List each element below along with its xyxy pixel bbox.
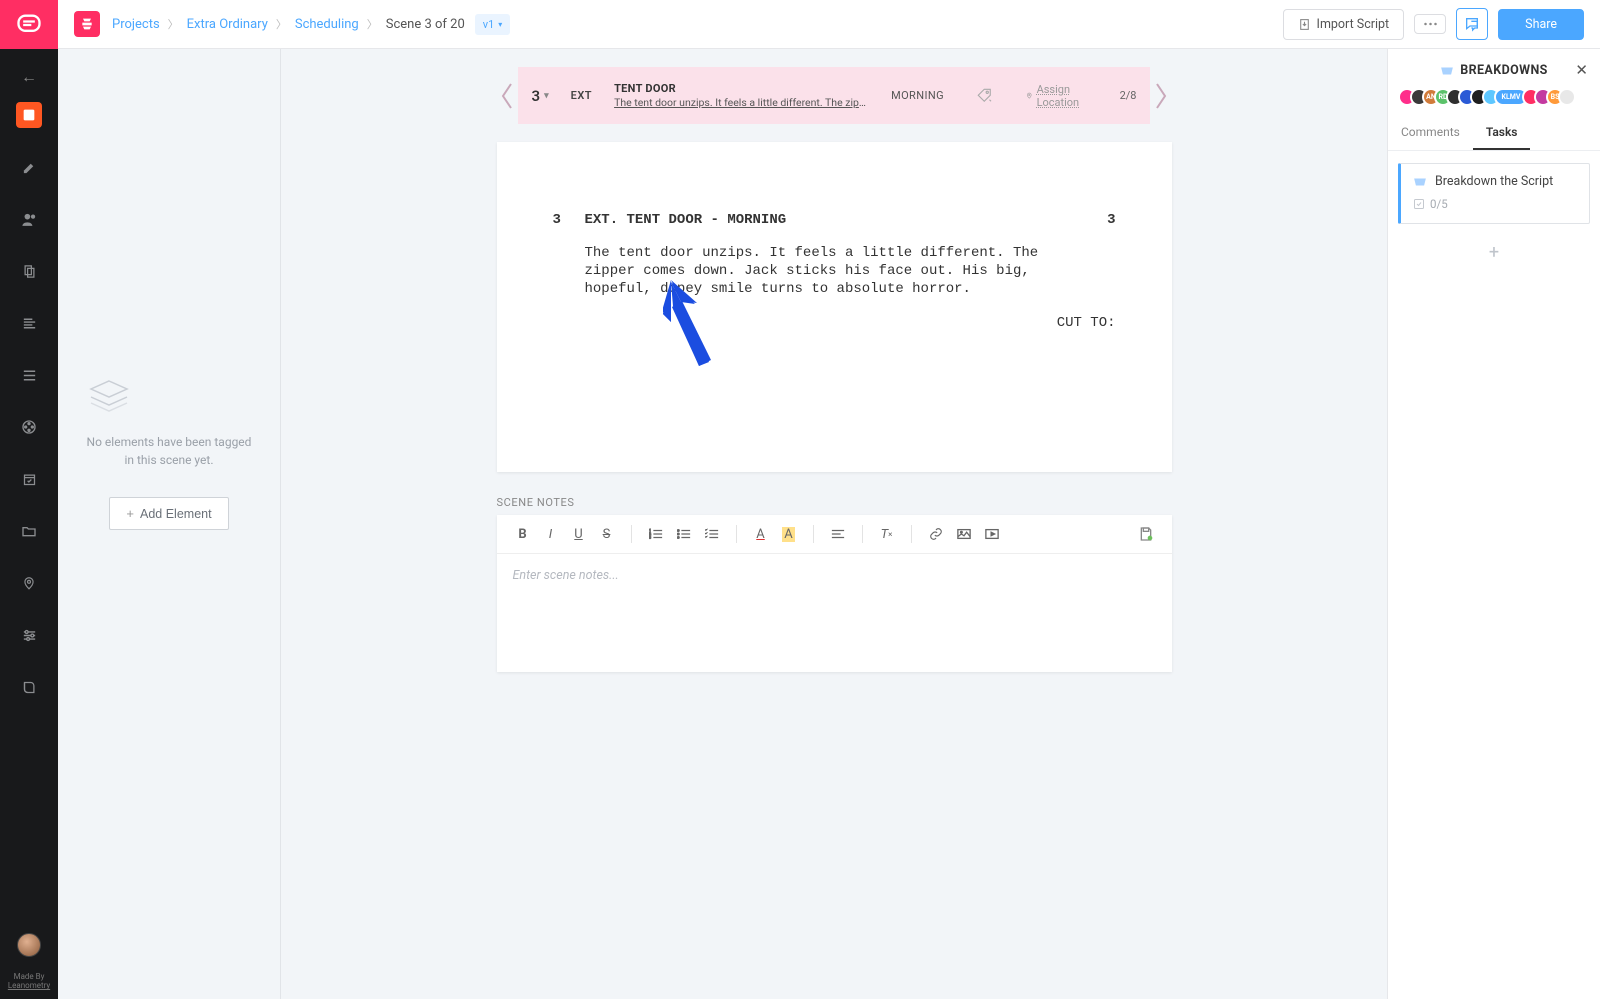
- scene-time: MORNING: [891, 89, 944, 102]
- close-icon[interactable]: ✕: [1575, 61, 1588, 79]
- pages-nav-icon[interactable]: [16, 258, 42, 284]
- textcolor-icon[interactable]: A: [749, 523, 773, 545]
- elements-empty-state: No elements have been tagged in this sce…: [87, 379, 252, 530]
- layers-icon: [87, 379, 252, 413]
- svg-text:3: 3: [649, 535, 651, 539]
- breakdown-tabs: Comments Tasks: [1388, 116, 1600, 151]
- add-element-button[interactable]: +Add Element: [109, 497, 228, 530]
- cast-nav-icon[interactable]: [16, 206, 42, 232]
- scene-header-strip: 3▾ EXT TENT DOOR The tent door unzips. I…: [497, 67, 1172, 124]
- save-notes-icon[interactable]: [1134, 523, 1158, 545]
- scene-ext-badge: EXT: [571, 89, 592, 102]
- share-button[interactable]: Share: [1498, 9, 1584, 40]
- breakdown-nav-icon[interactable]: [16, 102, 42, 128]
- rail-credit: Made By Leanometry: [0, 972, 58, 991]
- tab-comments[interactable]: Comments: [1388, 116, 1473, 150]
- rail-nav: [16, 102, 42, 700]
- tab-tasks[interactable]: Tasks: [1473, 116, 1531, 150]
- empty-text-line: No elements have been tagged: [87, 433, 252, 451]
- chevron-right-icon: 〉: [276, 16, 287, 32]
- strike-icon[interactable]: S: [595, 523, 619, 545]
- notes-toolbar: B I U S 123 A A T×: [497, 515, 1172, 554]
- topbar: Projects 〉 Extra Ordinary 〉 Scheduling 〉…: [58, 0, 1600, 49]
- collapse-arrow-icon[interactable]: ←: [21, 67, 37, 87]
- breakdown-avatars[interactable]: ANRDKLMVBS: [1388, 86, 1600, 116]
- underline-icon[interactable]: U: [567, 523, 591, 545]
- tag-icon[interactable]: [976, 87, 994, 105]
- more-button[interactable]: [1414, 14, 1446, 34]
- image-icon[interactable]: [952, 523, 976, 545]
- script-scene-number-left: 3: [553, 212, 585, 228]
- stage: 3▾ EXT TENT DOOR The tent door unzips. I…: [281, 49, 1387, 999]
- breadcrumb-projects[interactable]: Projects: [112, 17, 160, 32]
- add-task-button[interactable]: +: [1388, 236, 1600, 269]
- highlight-icon[interactable]: A: [777, 523, 801, 545]
- task-card[interactable]: Breakdown the Script 0/5: [1398, 163, 1590, 224]
- chevron-right-icon: 〉: [168, 16, 179, 32]
- scene-page-indicator: 2/8: [1120, 89, 1137, 102]
- scene-notes-card: B I U S 123 A A T×: [497, 515, 1172, 672]
- breadcrumb-current: Scene 3 of 20: [386, 17, 465, 32]
- scene-title[interactable]: TENT DOOR The tent door unzips. It feels…: [614, 82, 869, 109]
- align-icon[interactable]: [826, 523, 850, 545]
- task-progress: 0/5: [1430, 197, 1448, 211]
- script-slugline: EXT. TENT DOOR - MORNING: [585, 212, 787, 228]
- brand-rail: ← Made By Leanometry: [0, 0, 58, 999]
- bold-icon[interactable]: B: [511, 523, 535, 545]
- breadcrumb-project[interactable]: Extra Ordinary: [187, 17, 268, 32]
- edit-nav-icon[interactable]: [16, 154, 42, 180]
- reel-nav-icon[interactable]: [16, 414, 42, 440]
- script-page: 3 EXT. TENT DOOR - MORNING 3 The tent do…: [497, 142, 1172, 472]
- module-icon[interactable]: [74, 11, 100, 37]
- scene-number-dropdown[interactable]: 3▾: [532, 87, 549, 105]
- link-icon[interactable]: [924, 523, 948, 545]
- clear-format-icon[interactable]: T×: [875, 523, 899, 545]
- scene-notes-label: SCENE NOTES: [497, 496, 1172, 509]
- prev-scene-arrow[interactable]: [497, 82, 518, 110]
- version-selector[interactable]: v1▾: [475, 14, 511, 35]
- page-icon: [1413, 176, 1427, 188]
- user-avatar[interactable]: [17, 933, 41, 957]
- italic-icon[interactable]: I: [539, 523, 563, 545]
- checklist-icon[interactable]: [700, 523, 724, 545]
- list-nav-icon[interactable]: [16, 362, 42, 388]
- ol-icon[interactable]: 123: [644, 523, 668, 545]
- checkbox-icon: [1413, 198, 1425, 210]
- annotation-cursor-icon: [663, 274, 719, 369]
- breadcrumb-scheduling[interactable]: Scheduling: [295, 17, 359, 32]
- breakdown-title: BREAKDOWNS: [1440, 63, 1548, 78]
- location-nav-icon[interactable]: [16, 570, 42, 596]
- script-action[interactable]: The tent door unzips. It feels a little …: [585, 244, 1085, 299]
- video-icon[interactable]: [980, 523, 1004, 545]
- avatar[interactable]: [1558, 88, 1576, 106]
- breakdown-panel: BREAKDOWNS ✕ ANRDKLMVBS Comments Tasks B…: [1387, 49, 1600, 999]
- elements-panel: No elements have been tagged in this sce…: [58, 49, 281, 999]
- docs-nav-icon[interactable]: [16, 674, 42, 700]
- app-logo[interactable]: [0, 0, 58, 49]
- assign-location-link[interactable]: Assign Location: [1026, 83, 1084, 109]
- ul-icon[interactable]: [672, 523, 696, 545]
- import-script-button[interactable]: Import Script: [1283, 9, 1405, 40]
- calendar-nav-icon[interactable]: [16, 466, 42, 492]
- next-scene-arrow[interactable]: [1150, 82, 1171, 110]
- script-nav-icon[interactable]: [16, 310, 42, 336]
- scene-notes-input[interactable]: Enter scene notes...: [497, 554, 1172, 664]
- script-transition: CUT TO:: [553, 315, 1116, 331]
- task-title: Breakdown the Script: [1435, 174, 1553, 189]
- script-scene-number-right: 3: [1107, 212, 1115, 228]
- folder-nav-icon[interactable]: [16, 518, 42, 544]
- empty-text-line: in this scene yet.: [87, 451, 252, 469]
- chevron-right-icon: 〉: [367, 16, 378, 32]
- settings-nav-icon[interactable]: [16, 622, 42, 648]
- comments-button[interactable]: [1456, 8, 1488, 40]
